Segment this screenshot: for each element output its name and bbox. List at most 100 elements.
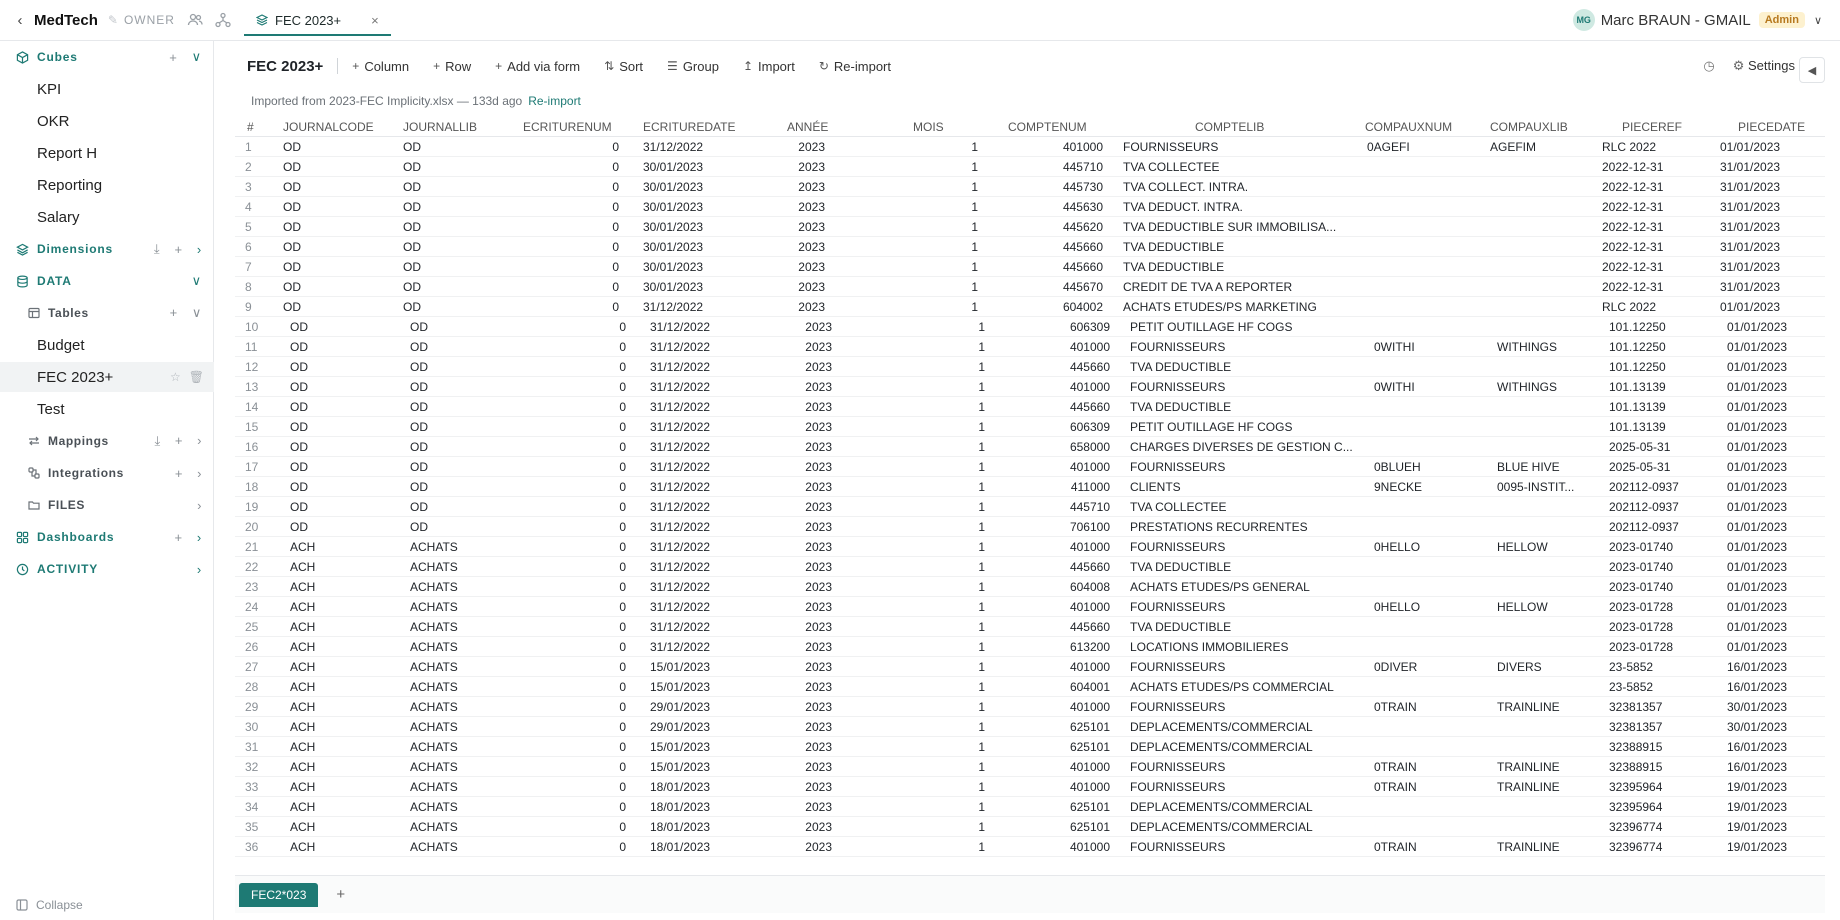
user-menu[interactable]: MG Marc BRAUN - GMAIL Admin ∨	[1572, 9, 1822, 31]
chevron-right-icon[interactable]: ›	[197, 466, 202, 481]
add-row-button[interactable]: + Row	[433, 59, 471, 74]
column-header-compauxnum[interactable]: COMPAUXNUM	[1365, 120, 1452, 134]
table-row[interactable]: 6 OD OD 0 30/01/2023 2023 1 445660 TVA DEDUCTIBL…	[235, 237, 1825, 257]
sidebar-section-dashboards[interactable]: Dashboards + ›	[0, 525, 214, 549]
column-header-annee[interactable]: ANNÉE	[787, 120, 828, 134]
table-row[interactable]: 3 OD OD 0 30/01/2023 2023 1 445730 TVA COLLECT. …	[235, 177, 1825, 197]
chevron-down-icon[interactable]: ∨	[192, 273, 202, 289]
chevron-right-icon[interactable]: ›	[197, 242, 202, 257]
sidebar-item-okr[interactable]: OKR	[0, 106, 214, 136]
add-icon[interactable]: +	[170, 305, 178, 321]
add-icon[interactable]: +	[175, 466, 183, 481]
table-row[interactable]: 30 ACH ACHATS 0 29/01/2023 2023 1 625101 DEPLACE…	[235, 717, 1825, 737]
column-header-journalcode[interactable]: JOURNALCODE	[283, 120, 374, 134]
sidebar-item-fec-2023[interactable]: FEC 2023+ ☆ 🗑	[0, 362, 214, 392]
add-via-form-button[interactable]: + Add via form	[495, 59, 580, 74]
table-row[interactable]: 21 ACH ACHATS 0 31/12/2022 2023 1 401000 FOURNIS…	[235, 537, 1825, 557]
sidebar-group-files[interactable]: FILES ›	[0, 493, 214, 517]
sidebar-group-integrations[interactable]: Integrations + ›	[0, 461, 214, 485]
table-row[interactable]: 16 OD OD 0 31/12/2022 2023 1 658000 CHARGES DIVE…	[235, 437, 1825, 457]
close-icon[interactable]: ×	[371, 13, 379, 28]
add-icon[interactable]: +	[175, 433, 183, 449]
settings-button[interactable]: ⚙ Settings	[1733, 58, 1795, 74]
star-icon[interactable]: ☆	[170, 370, 181, 384]
add-icon[interactable]: +	[169, 50, 177, 65]
table-row[interactable]: 23 ACH ACHATS 0 31/12/2022 2023 1 604008 ACHATS …	[235, 577, 1825, 597]
column-header-row-number[interactable]: #	[247, 120, 254, 134]
reimport-button[interactable]: ↻ Re-import	[819, 59, 891, 74]
table-row[interactable]: 17 OD OD 0 31/12/2022 2023 1 401000 FOURNISSEURS…	[235, 457, 1825, 477]
sort-button[interactable]: ⇅ Sort	[604, 59, 643, 74]
sidebar-section-cubes[interactable]: Cubes + ∨	[0, 45, 214, 69]
table-row[interactable]: 27 ACH ACHATS 0 15/01/2023 2023 1 401000 FOURNIS…	[235, 657, 1825, 677]
sidebar-group-tables[interactable]: Tables + ∨	[0, 301, 214, 325]
column-header-ecriturenum[interactable]: ECRITURENUM	[523, 120, 612, 134]
group-button[interactable]: ☰ Group	[667, 59, 719, 74]
trash-icon[interactable]: 🗑	[189, 370, 204, 384]
download-icon[interactable]: ⤓	[155, 433, 161, 449]
column-header-pieceref[interactable]: PIECEREF	[1622, 120, 1682, 134]
column-header-comptenum[interactable]: COMPTENUM	[1008, 120, 1087, 134]
table-row[interactable]: 4 OD OD 0 30/01/2023 2023 1 445630 TVA DEDUCT. I…	[235, 197, 1825, 217]
table-row[interactable]: 11 OD OD 0 31/12/2022 2023 1 401000 FOURNISSEURS…	[235, 337, 1825, 357]
table-row[interactable]: 29 ACH ACHATS 0 29/01/2023 2023 1 401000 FOURNIS…	[235, 697, 1825, 717]
add-icon[interactable]: +	[174, 530, 182, 545]
edit-icon[interactable]: ✎	[108, 13, 118, 27]
column-header-ecrituredate[interactable]: ECRITUREDATE	[643, 120, 735, 134]
sidebar-item-report-h[interactable]: Report H	[0, 138, 214, 168]
table-row[interactable]: 12 OD OD 0 31/12/2022 2023 1 445660 TVA DEDUCTIB…	[235, 357, 1825, 377]
panel-toggle-icon[interactable]: ◀	[1799, 57, 1825, 83]
add-sheet-button[interactable]: +	[336, 886, 345, 903]
import-button[interactable]: ↥ Import	[743, 59, 795, 74]
table-row[interactable]: 2 OD OD 0 30/01/2023 2023 1 445710 TVA COLLECTEE…	[235, 157, 1825, 177]
sidebar-group-mappings[interactable]: Mappings ⤓ + ›	[0, 429, 214, 453]
column-header-comptelib[interactable]: COMPTELIB	[1195, 120, 1264, 134]
table-row[interactable]: 26 ACH ACHATS 0 31/12/2022 2023 1 613200 LOCATIO…	[235, 637, 1825, 657]
sidebar-item-salary[interactable]: Salary	[0, 202, 214, 232]
add-icon[interactable]: +	[174, 242, 182, 257]
table-row[interactable]: 19 OD OD 0 31/12/2022 2023 1 445710 TVA COLLECTE…	[235, 497, 1825, 517]
table-row[interactable]: 25 ACH ACHATS 0 31/12/2022 2023 1 445660 TVA DED…	[235, 617, 1825, 637]
chevron-right-icon[interactable]: ›	[197, 498, 202, 513]
column-header-compauxlib[interactable]: COMPAUXLIB	[1490, 120, 1568, 134]
column-header-journallib[interactable]: JOURNALLIB	[403, 120, 477, 134]
tab-fec-2023[interactable]: FEC 2023+ ×	[244, 6, 391, 36]
table-row[interactable]: 31 ACH ACHATS 0 15/01/2023 2023 1 625101 DEPLACE…	[235, 737, 1825, 757]
table-row[interactable]: 13 OD OD 0 31/12/2022 2023 1 401000 FOURNISSEURS…	[235, 377, 1825, 397]
column-header-piecedate[interactable]: PIECEDATE	[1738, 120, 1805, 134]
table-row[interactable]: 33 ACH ACHATS 0 18/01/2023 2023 1 401000 FOURNIS…	[235, 777, 1825, 797]
table-row[interactable]: 15 OD OD 0 31/12/2022 2023 1 606309 PETIT OUTILL…	[235, 417, 1825, 437]
table-row[interactable]: 8 OD OD 0 30/01/2023 2023 1 445670 CREDIT DE TVA…	[235, 277, 1825, 297]
table-row[interactable]: 10 OD OD 0 31/12/2022 2023 1 606309 PETIT OUTILL…	[235, 317, 1825, 337]
table-row[interactable]: 20 OD OD 0 31/12/2022 2023 1 706100 PRESTATIONS …	[235, 517, 1825, 537]
sidebar-section-activity[interactable]: ACTIVITY ›	[0, 557, 214, 581]
sidebar-item-test[interactable]: Test	[0, 394, 214, 424]
sidebar-section-dimensions[interactable]: Dimensions ⤓ + ›	[0, 237, 214, 261]
download-icon[interactable]: ⤓	[154, 241, 161, 257]
chevron-down-icon[interactable]: ∨	[1814, 14, 1822, 27]
table-row[interactable]: 24 ACH ACHATS 0 31/12/2022 2023 1 401000 FOURNIS…	[235, 597, 1825, 617]
back-icon[interactable]: ‹	[10, 12, 30, 29]
chevron-down-icon[interactable]: ∨	[192, 49, 202, 65]
users-icon[interactable]	[187, 12, 203, 28]
table-row[interactable]: 9 OD OD 0 31/12/2022 2023 1 604002 ACHATS ETUDES…	[235, 297, 1825, 317]
table-row[interactable]: 18 OD OD 0 31/12/2022 2023 1 411000 CLIENTS 9NECK…	[235, 477, 1825, 497]
table-row[interactable]: 35 ACH ACHATS 0 18/01/2023 2023 1 625101 DEPLACE…	[235, 817, 1825, 837]
history-icon[interactable]: ◷	[1703, 58, 1714, 74]
reimport-link[interactable]: Re-import	[528, 94, 581, 108]
sheet-tab-active[interactable]: FEC2*023	[239, 882, 319, 907]
chevron-right-icon[interactable]: ›	[197, 433, 202, 449]
chevron-right-icon[interactable]: ›	[197, 530, 202, 545]
app-name[interactable]: MedTech	[34, 12, 98, 29]
table-row[interactable]: 5 OD OD 0 30/01/2023 2023 1 445620 TVA DEDUCTIBL…	[235, 217, 1825, 237]
sidebar-item-kpi[interactable]: KPI	[0, 74, 214, 104]
table-row[interactable]: 22 ACH ACHATS 0 31/12/2022 2023 1 445660 TVA DED…	[235, 557, 1825, 577]
add-column-button[interactable]: + Column	[352, 59, 409, 74]
column-header-mois[interactable]: MOIS	[913, 120, 944, 134]
table-row[interactable]: 7 OD OD 0 30/01/2023 2023 1 445660 TVA DEDUCTIBL…	[235, 257, 1825, 277]
sidebar-item-reporting[interactable]: Reporting	[0, 170, 214, 200]
table-row[interactable]: 34 ACH ACHATS 0 18/01/2023 2023 1 625101 DEPLACE…	[235, 797, 1825, 817]
collapse-button[interactable]: Collapse	[16, 898, 83, 912]
table-row[interactable]: 14 OD OD 0 31/12/2022 2023 1 445660 TVA DEDUCTIB…	[235, 397, 1825, 417]
table-row[interactable]: 32 ACH ACHATS 0 15/01/2023 2023 1 401000 FOURNIS…	[235, 757, 1825, 777]
